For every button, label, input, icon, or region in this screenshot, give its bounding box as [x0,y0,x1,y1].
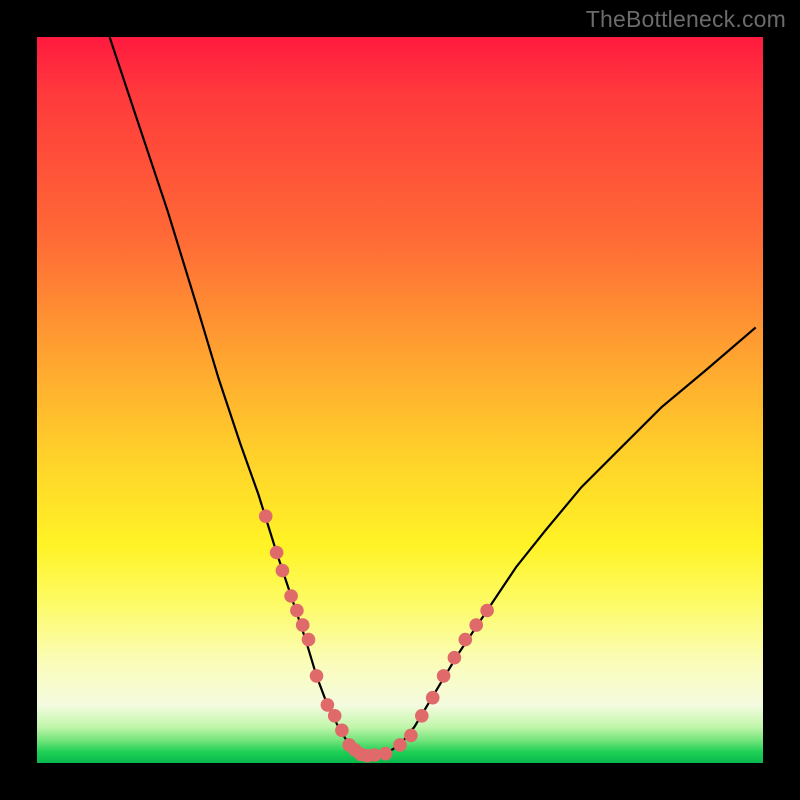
plot-area [37,37,763,763]
sample-dot [270,546,284,560]
sample-dot [310,669,324,683]
sample-dot [379,747,393,761]
sample-dot [448,651,462,665]
sample-dot [459,633,473,647]
watermark-text: TheBottleneck.com [586,6,786,33]
sample-dot [437,669,451,683]
bottleneck-curve-svg [37,37,763,763]
sample-dot [302,633,316,647]
sample-dot [328,709,342,723]
sample-dot [290,604,304,618]
sample-dot [426,691,440,705]
sample-dot [469,618,483,632]
sample-dot [296,618,310,632]
sample-dot [393,738,407,752]
sample-dot [335,724,349,738]
sample-dot [276,564,290,578]
sample-dot [415,709,429,723]
sample-dot [259,509,273,523]
sample-dot [404,729,418,743]
chart-frame: TheBottleneck.com [0,0,800,800]
sample-dots-group [259,509,494,762]
sample-dot [480,604,494,618]
sample-dot [284,589,298,603]
bottleneck-curve-path [110,37,756,756]
